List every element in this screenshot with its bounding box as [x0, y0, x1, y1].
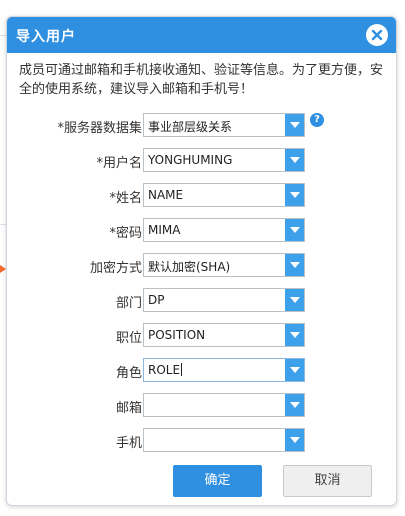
help-icon[interactable]: ?	[310, 113, 324, 127]
field-row-name: *姓名 NAME	[7, 181, 396, 209]
field-label: 部门	[115, 296, 142, 311]
field-label: 邮箱	[115, 401, 142, 416]
chevron-down-icon[interactable]	[285, 114, 304, 136]
phone-select[interactable]	[143, 428, 305, 452]
password-select[interactable]: MIMA	[143, 218, 305, 242]
field-row-password: *密码 MIMA	[7, 216, 396, 244]
close-icon	[371, 29, 383, 41]
cancel-button[interactable]: 取消	[283, 465, 372, 497]
role-select[interactable]: ROLE	[143, 358, 305, 382]
encryption-select[interactable]: 默认加密(SHA)	[143, 253, 305, 277]
field-label: *用户名	[96, 156, 142, 171]
field-label: 加密方式	[89, 261, 142, 276]
select-value: ROLE	[148, 363, 183, 377]
email-select[interactable]	[143, 393, 305, 417]
select-value: POSITION	[148, 328, 206, 342]
position-select[interactable]: POSITION	[143, 323, 305, 347]
chevron-down-icon[interactable]	[285, 184, 304, 206]
dialog-titlebar: 导入用户	[7, 17, 396, 53]
field-row-phone: 手机	[7, 426, 396, 454]
select-value: YONGHUMING	[148, 153, 233, 167]
field-row-position: 职位 POSITION	[7, 321, 396, 349]
field-label: *服务器数据集	[57, 121, 142, 136]
field-label: 手机	[115, 436, 142, 451]
chevron-down-icon[interactable]	[285, 359, 304, 381]
dialog-title: 导入用户	[16, 29, 76, 45]
chevron-down-icon[interactable]	[285, 289, 304, 311]
dialog-notice: 成员可通过邮箱和手机接收通知、验证等信息。为了更方便，安全的使用系统，建议导入邮…	[19, 63, 384, 97]
field-row-encryption: 加密方式 默认加密(SHA)	[7, 251, 396, 279]
dataset-select[interactable]: 事业部层级关系	[143, 113, 305, 137]
chevron-down-icon[interactable]	[285, 324, 304, 346]
select-value: 事业部层级关系	[148, 120, 233, 134]
select-value: MIMA	[148, 223, 181, 237]
select-value-text: ROLE	[148, 363, 181, 377]
field-row-dataset: *服务器数据集 事业部层级关系 ?	[7, 111, 396, 139]
select-value: DP	[148, 293, 165, 307]
confirm-button[interactable]: 确定	[173, 465, 262, 497]
field-label: 职位	[115, 331, 142, 346]
chevron-down-icon[interactable]	[285, 429, 304, 451]
select-value: NAME	[148, 188, 184, 202]
field-row-department: 部门 DP	[7, 286, 396, 314]
field-row-role: 角色 ROLE	[7, 356, 396, 384]
import-users-dialog: 导入用户 成员可通过邮箱和手机接收通知、验证等信息。为了更方便，安全的使用系统，…	[6, 16, 397, 506]
field-row-username: *用户名 YONGHUMING	[7, 146, 396, 174]
field-label: *密码	[109, 226, 142, 241]
text-cursor	[181, 363, 183, 376]
username-select[interactable]: YONGHUMING	[143, 148, 305, 172]
chevron-down-icon[interactable]	[285, 394, 304, 416]
chevron-down-icon[interactable]	[285, 254, 304, 276]
close-button[interactable]	[366, 24, 388, 46]
field-row-email: 邮箱	[7, 391, 396, 419]
field-label: *姓名	[109, 191, 142, 206]
chevron-down-icon[interactable]	[285, 219, 304, 241]
name-select[interactable]: NAME	[143, 183, 305, 207]
chevron-down-icon[interactable]	[285, 149, 304, 171]
select-value: 默认加密(SHA)	[148, 260, 231, 274]
field-label: 角色	[115, 366, 142, 381]
department-select[interactable]: DP	[143, 288, 305, 312]
